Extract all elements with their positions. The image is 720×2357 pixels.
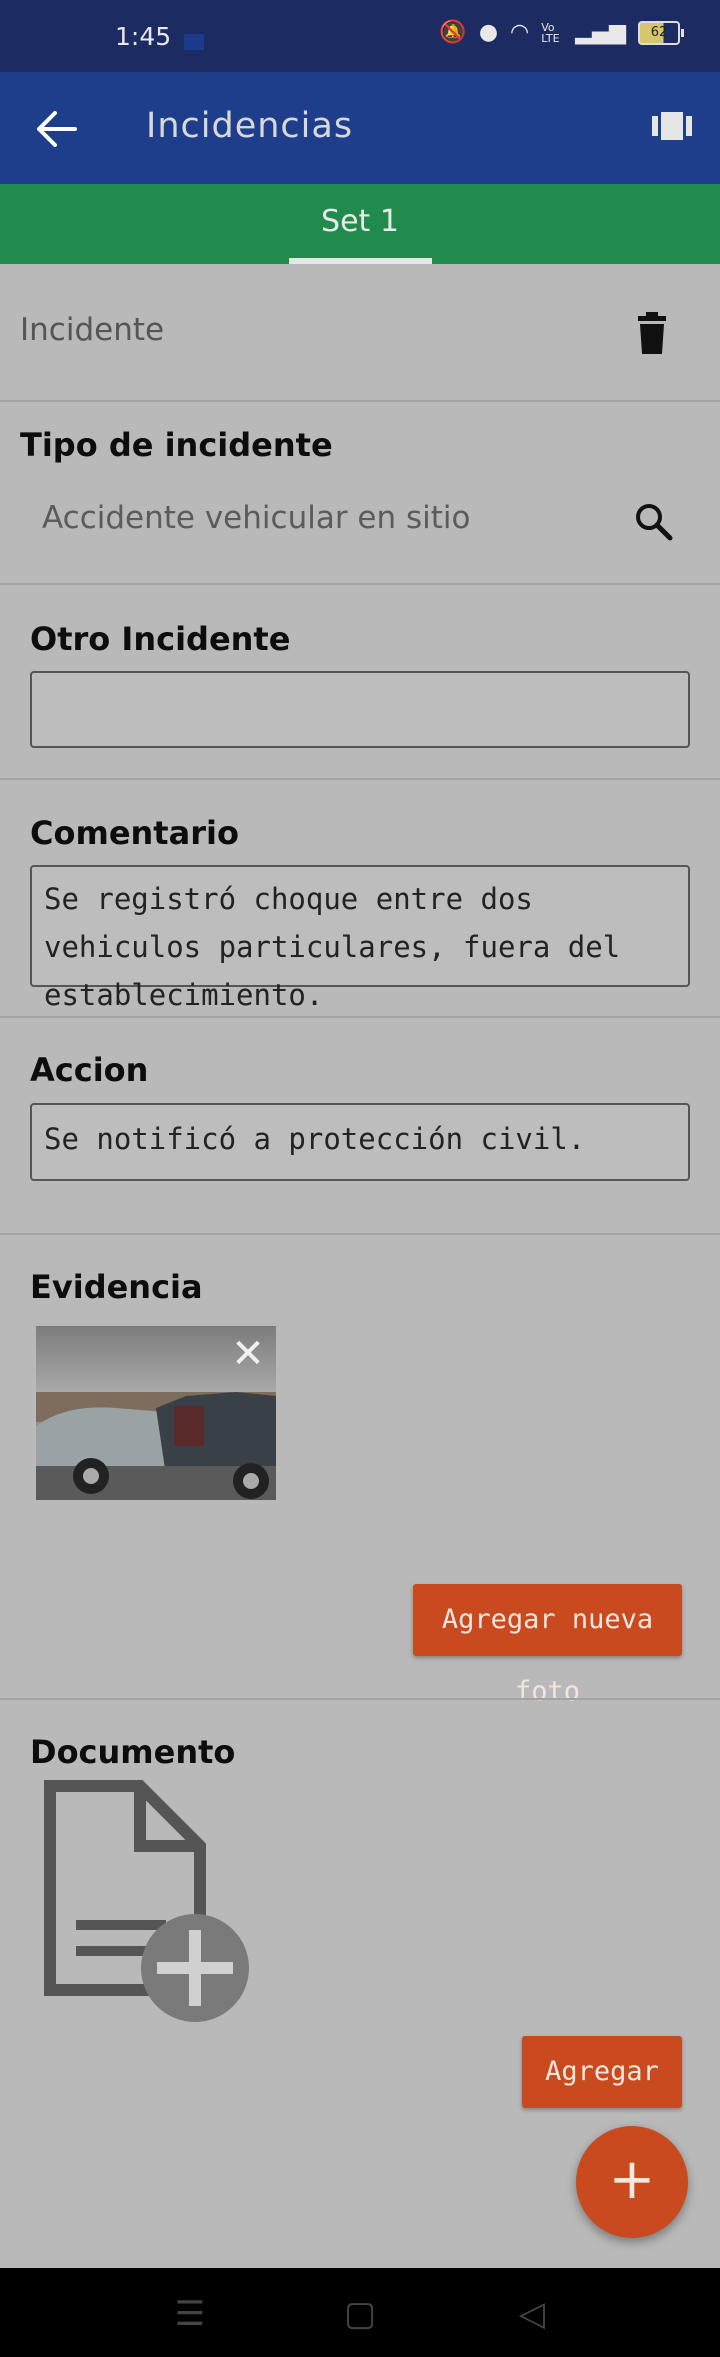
comentario-input[interactable]: Se registró choque entre dos vehiculos p… — [30, 865, 690, 1012]
otro-incidente-label: Otro Incidente — [30, 620, 291, 658]
accion-label: Accion — [30, 1051, 149, 1089]
mute-icon: 🔕 — [439, 20, 467, 45]
signal-icon: ▂▄▆ — [575, 20, 626, 45]
status-bar: 1:45 🔕 ● ◠ Vo LTE ▂▄▆ 62 — [0, 0, 720, 72]
tab-indicator — [289, 258, 432, 264]
comentario-label: Comentario — [30, 814, 239, 852]
back-arrow-icon[interactable] — [30, 102, 84, 156]
add-fab-button[interactable]: + — [576, 2126, 688, 2238]
divider — [0, 778, 720, 780]
notification-icon — [184, 34, 204, 50]
search-icon[interactable] — [632, 500, 676, 544]
add-document-icon[interactable] — [40, 1780, 260, 2030]
home-icon[interactable]: ▢ — [340, 2294, 380, 2334]
divider — [0, 1233, 720, 1235]
documento-label: Documento — [30, 1733, 236, 1771]
evidence-photo[interactable]: ✕ — [36, 1326, 276, 1500]
add-document-button[interactable]: Agregar — [522, 2036, 682, 2108]
page-title: Incidencias — [146, 106, 354, 146]
divider — [0, 1016, 720, 1018]
wifi-icon: ◠ — [510, 20, 530, 45]
tipo-incidente-label: Tipo de incidente — [20, 426, 333, 464]
tab-set-1[interactable]: Set 1 — [289, 204, 431, 239]
add-photo-button[interactable]: Agregar nueva foto — [413, 1584, 682, 1707]
system-nav-bar: ☰ ▢ ◁ — [0, 2268, 720, 2357]
carousel-view-icon[interactable] — [652, 112, 692, 140]
menu-icon[interactable]: ☰ — [170, 2294, 210, 2334]
divider — [0, 583, 720, 585]
status-time: 1:45 — [115, 22, 172, 51]
close-icon[interactable]: ✕ — [230, 1334, 266, 1374]
back-nav-icon[interactable]: ◁ — [512, 2294, 552, 2334]
tipo-incidente-value[interactable]: Accidente vehicular en sitio — [42, 500, 471, 536]
status-icons: 🔕 ● ◠ Vo LTE ▂▄▆ 62 — [439, 20, 684, 45]
volte-icon: Vo LTE — [541, 20, 560, 45]
divider — [0, 400, 720, 402]
section-title: Incidente — [20, 312, 165, 348]
app-bar: Incidencias — [0, 72, 720, 184]
trash-icon[interactable] — [632, 312, 672, 356]
otro-incidente-input[interactable] — [30, 671, 690, 748]
accion-input[interactable]: Se notificó a protección civil. — [30, 1103, 690, 1181]
battery-icon: 62 — [638, 20, 684, 45]
divider — [0, 1698, 720, 1700]
location-icon: ● — [478, 20, 499, 45]
tab-bar: Set 1 — [0, 184, 720, 264]
evidencia-label: Evidencia — [30, 1268, 203, 1306]
